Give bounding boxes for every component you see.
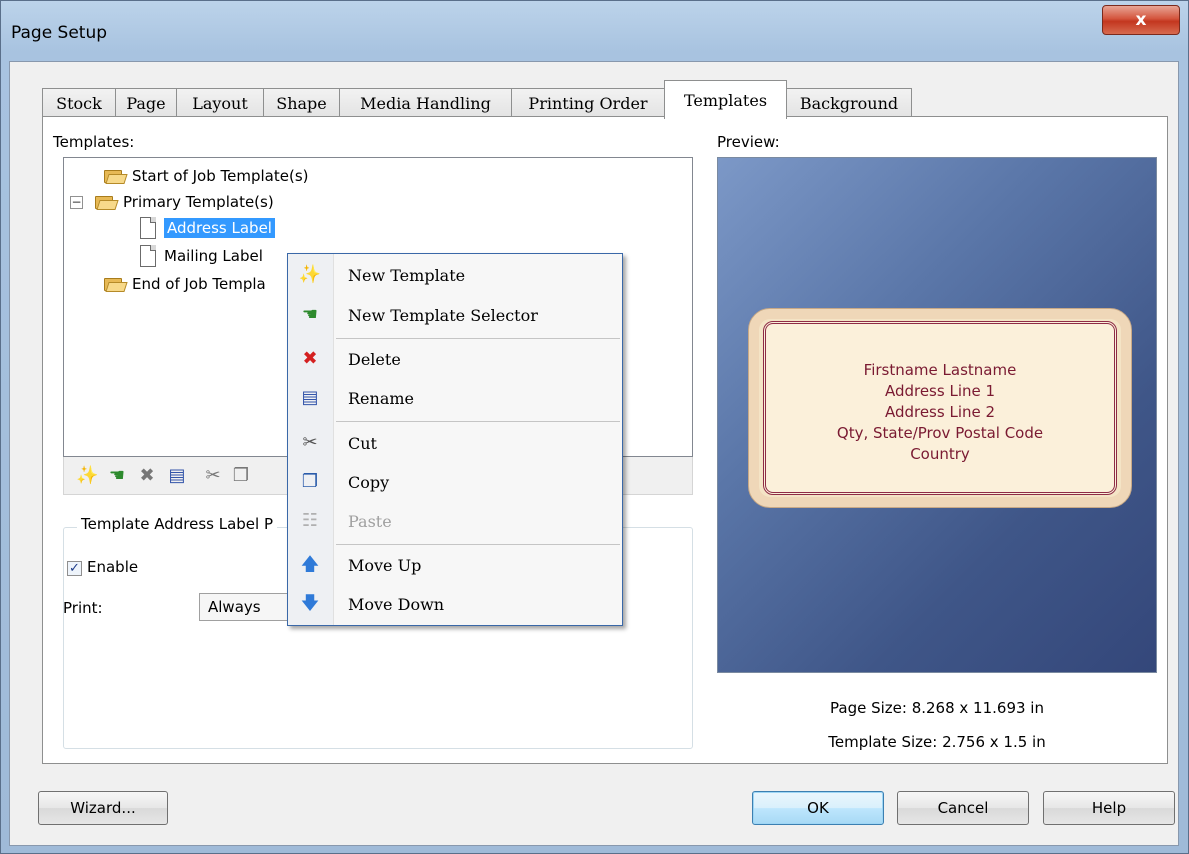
template-preview: Firstname Lastname Address Line 1 Addres… (717, 157, 1157, 673)
tab-layout[interactable]: Layout (176, 88, 264, 118)
menu-item-move-up[interactable]: 🡅 Move Up (288, 548, 622, 582)
tab-background[interactable]: Background (786, 88, 912, 118)
rename-icon[interactable]: ▤ (166, 465, 188, 487)
menu-item-delete[interactable]: ✖ Delete (288, 342, 622, 376)
tree-item-label: Primary Template(s) (123, 193, 274, 211)
tree-item-label: End of Job Templa (132, 275, 266, 293)
print-label: Print: (63, 599, 103, 617)
template-size-text: Template Size: 2.756 x 1.5 in (828, 733, 1046, 751)
folder-icon (104, 168, 128, 184)
tree-item-end-of-job[interactable]: End of Job Templa (104, 272, 266, 296)
menu-separator (336, 421, 620, 422)
new-template-icon[interactable]: ✨ (76, 465, 98, 487)
title-bar: Page Setup x (1, 1, 1189, 63)
menu-separator (336, 544, 620, 545)
close-icon: x (1135, 10, 1147, 30)
document-icon (140, 217, 156, 239)
tab-printing-order[interactable]: Printing Order (511, 88, 665, 118)
enable-label: Enable (87, 558, 139, 576)
cancel-button[interactable]: Cancel (897, 791, 1029, 825)
group-title: Template Address Label P (77, 515, 277, 533)
tree-item-start-of-job[interactable]: Start of Job Template(s) (104, 164, 309, 188)
close-button[interactable]: x (1102, 5, 1180, 35)
new-template-icon: ✨ (298, 264, 322, 285)
enable-checkbox[interactable]: ✓ (67, 561, 82, 576)
delete-icon[interactable]: ✖ (136, 465, 158, 487)
tree-item-label: Mailing Label (164, 247, 263, 265)
menu-separator (336, 338, 620, 339)
tab-shape[interactable]: Shape (263, 88, 340, 118)
context-menu: ✨ New Template ☚ New Template Selector ✖… (287, 253, 623, 626)
menu-item-copy[interactable]: ❐ Copy (288, 465, 622, 499)
window-title: Page Setup (11, 23, 108, 43)
delete-icon: ✖ (302, 348, 318, 369)
copy-icon[interactable]: ❐ (230, 465, 252, 487)
label-preview-text: Firstname Lastname Address Line 1 Addres… (836, 361, 1044, 463)
collapse-icon[interactable]: − (70, 195, 83, 209)
rename-icon: ▤ (301, 387, 319, 408)
ok-button[interactable]: OK (752, 791, 884, 825)
preview-label: Preview: (717, 133, 780, 151)
templates-label: Templates: (53, 133, 135, 151)
tree-item-mailing-label[interactable]: Mailing Label (140, 244, 263, 268)
menu-item-new-template[interactable]: ✨ New Template (288, 258, 622, 292)
menu-item-cut[interactable]: ✂ Cut (288, 426, 622, 460)
wizard-button[interactable]: Wizard... (38, 791, 168, 825)
cut-icon[interactable]: ✂ (202, 465, 224, 487)
folder-icon (95, 194, 119, 210)
copy-icon: ❐ (301, 471, 319, 492)
tab-page[interactable]: Page (115, 88, 177, 118)
arrow-down-icon: 🡇 (300, 593, 320, 614)
document-icon (140, 245, 156, 267)
tree-item-label: Start of Job Template(s) (132, 167, 309, 185)
tree-item-address-label[interactable]: Address Label (140, 216, 275, 240)
new-template-selector-icon: ☚ (301, 304, 319, 325)
menu-item-rename[interactable]: ▤ Rename (288, 381, 622, 415)
tab-media-handling[interactable]: Media Handling (339, 88, 512, 118)
tree-item-label: Address Label (164, 218, 275, 238)
tab-stock[interactable]: Stock (42, 88, 116, 118)
cut-icon: ✂ (302, 432, 318, 453)
menu-item-new-template-selector[interactable]: ☚ New Template Selector (288, 298, 622, 332)
arrow-up-icon: 🡅 (300, 554, 320, 575)
folder-icon (104, 276, 128, 292)
dialog-window: Page Setup x Stock Page Layout Shape Med… (0, 0, 1189, 854)
tab-templates[interactable]: Templates (664, 80, 787, 119)
page-size-text: Page Size: 8.268 x 11.693 in (830, 699, 1044, 717)
menu-item-paste: ☷ Paste (288, 504, 622, 538)
new-template-selector-icon[interactable]: ☚ (106, 465, 128, 487)
help-button[interactable]: Help (1043, 791, 1175, 825)
tree-item-primary[interactable]: − Primary Template(s) (70, 190, 274, 214)
address-label-preview: Firstname Lastname Address Line 1 Addres… (748, 308, 1132, 508)
menu-item-move-down[interactable]: 🡇 Move Down (288, 587, 622, 621)
paste-icon: ☷ (301, 510, 319, 531)
